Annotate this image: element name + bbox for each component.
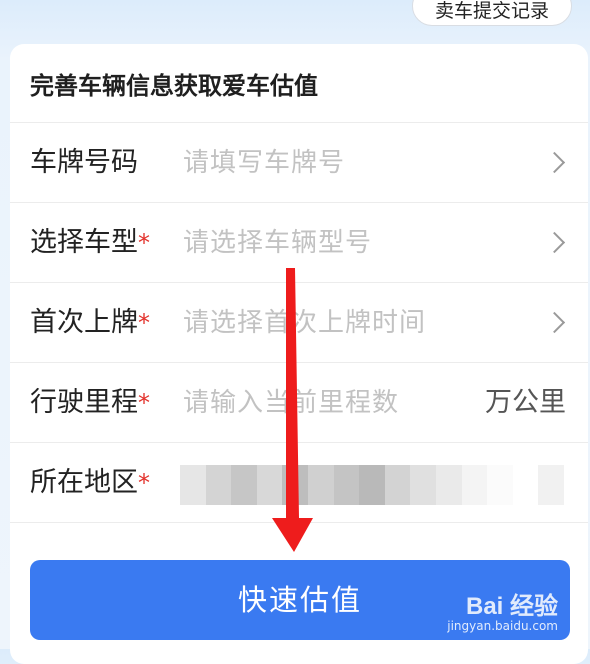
required-mark: *: [138, 229, 150, 257]
card-title: 完善车辆信息获取爱车估值: [30, 72, 318, 100]
chevron-right-icon: [543, 231, 566, 254]
row-divider: [10, 522, 588, 523]
chevron-right-icon: [543, 151, 566, 174]
car-model-row[interactable]: 选择车型* 请选择车辆型号: [10, 202, 588, 282]
region-row[interactable]: 所在地区*: [10, 442, 588, 522]
car-model-label: 选择车型*: [30, 227, 150, 258]
region-label: 所在地区*: [30, 467, 150, 498]
sell-car-records-link[interactable]: 卖车提交记录: [411, 0, 572, 26]
plate-number-input[interactable]: 请填写车牌号: [183, 123, 345, 203]
required-mark: *: [138, 389, 150, 417]
mileage-label: 行驶里程*: [30, 387, 150, 418]
mileage-input[interactable]: 请输入当前里程数: [183, 363, 399, 443]
mileage-row[interactable]: 行驶里程* 请输入当前里程数 万公里: [10, 362, 588, 442]
required-mark: *: [138, 309, 150, 337]
quick-estimate-button[interactable]: 快速估值: [30, 560, 570, 640]
first-registration-row[interactable]: 首次上牌* 请选择首次上牌时间: [10, 282, 588, 362]
first-registration-select[interactable]: 请选择首次上牌时间: [183, 283, 426, 363]
plate-number-row[interactable]: 车牌号码 请填写车牌号: [10, 122, 588, 202]
mileage-unit: 万公里: [485, 387, 566, 418]
car-model-select[interactable]: 请选择车辆型号: [183, 203, 372, 283]
chevron-right-icon: [543, 311, 566, 334]
region-value-blurred[interactable]: [180, 465, 564, 505]
first-registration-label: 首次上牌*: [30, 307, 150, 338]
plate-number-label: 车牌号码: [30, 147, 138, 178]
required-mark: *: [138, 469, 150, 497]
